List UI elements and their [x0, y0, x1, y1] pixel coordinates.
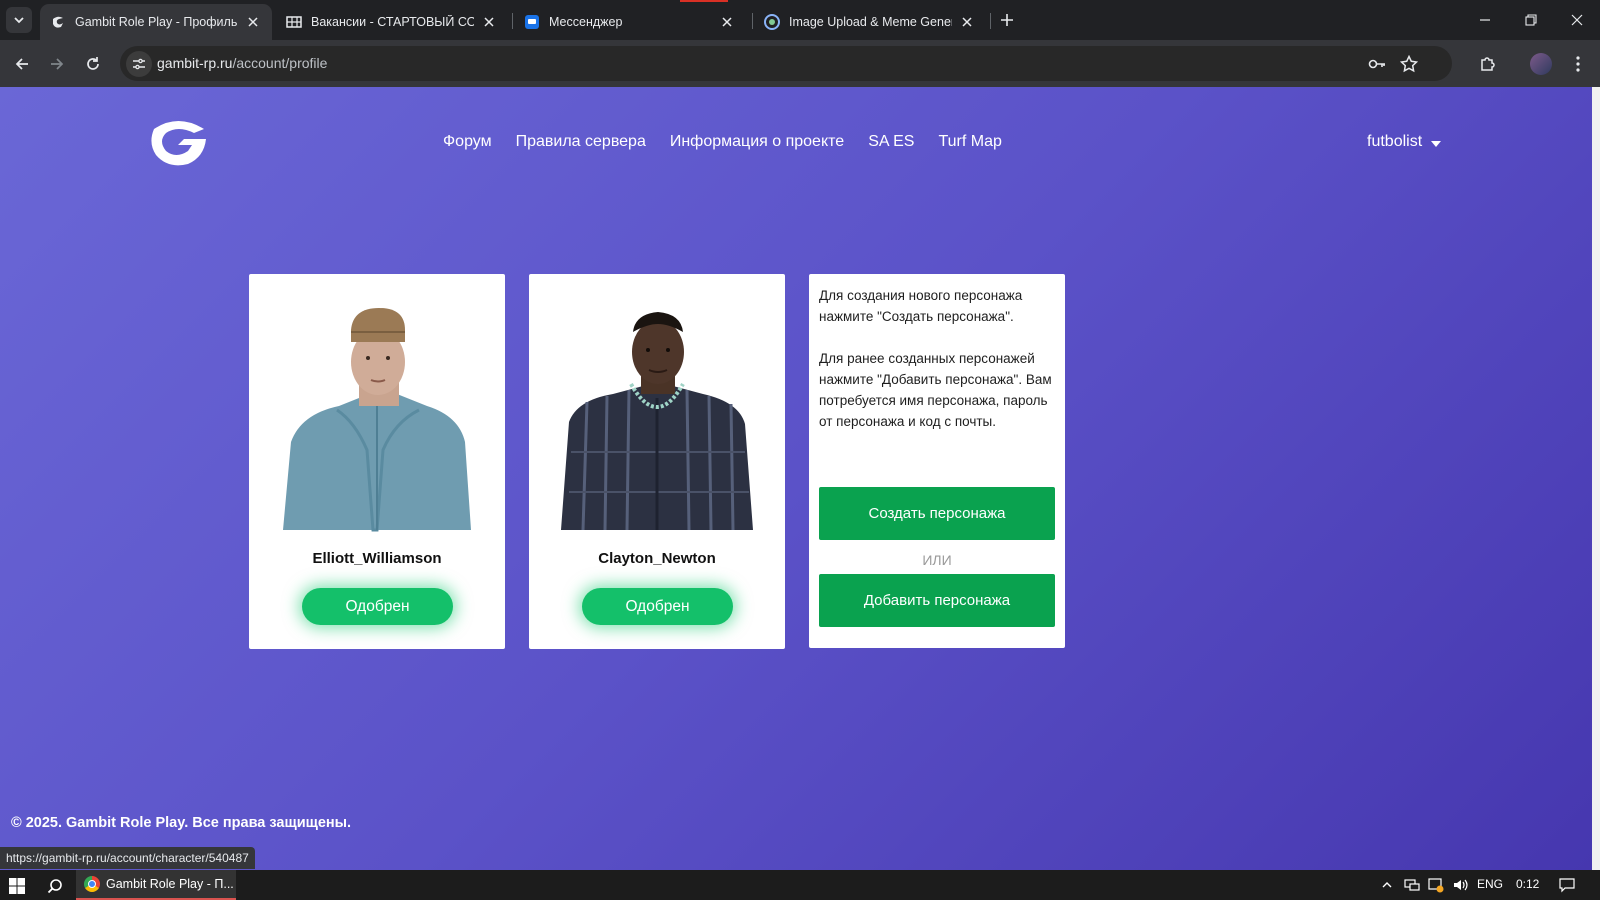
tab-title: Image Upload & Meme Generator [789, 15, 952, 29]
username: futbolist [1367, 133, 1423, 150]
caret-down-icon [1431, 141, 1442, 147]
close-tab-icon[interactable] [718, 13, 736, 31]
menu-kebab-icon[interactable] [1564, 50, 1592, 78]
site-settings-button[interactable] [126, 51, 152, 77]
close-tab-icon[interactable] [958, 13, 976, 31]
nav-sa-es[interactable]: SA ES [868, 133, 914, 151]
or-divider: ИЛИ [922, 552, 952, 568]
status-approved-button[interactable]: Одобрен [302, 588, 453, 625]
character-portrait-image [561, 312, 753, 531]
taskbar-chrome-app[interactable]: Gambit Role Play - П... [76, 870, 236, 900]
tune-icon [133, 58, 145, 70]
footer-copyright: © 2025. Gambit Role Play. Все права защи… [11, 815, 352, 831]
forward-button[interactable] [43, 50, 71, 78]
chrome-icon [84, 876, 100, 892]
status-approved-button[interactable]: Одобрен [582, 588, 733, 625]
reload-button[interactable] [79, 50, 107, 78]
restore-button[interactable] [1508, 0, 1554, 40]
create-character-card: Для создания нового персонажа нажмите "С… [809, 274, 1065, 648]
minimize-icon [1480, 19, 1490, 21]
extensions-puzzle-icon[interactable] [1474, 50, 1502, 78]
taskbar-app-label: Gambit Role Play - П... [106, 877, 234, 891]
tab-search-button[interactable] [6, 7, 32, 33]
windows-logo-icon [9, 878, 25, 894]
add-instruction: Для ранее созданных персонажей нажмите "… [819, 351, 1052, 429]
page-content: Форум Правила сервера Информация о проек… [0, 87, 1592, 870]
network-icon[interactable] [1403, 876, 1421, 894]
arrow-left-icon [15, 58, 28, 70]
character-card[interactable]: Clayton_Newton Одобрен [529, 274, 785, 649]
password-key-icon[interactable] [1367, 54, 1387, 74]
create-character-button[interactable]: Создать персонажа [819, 487, 1055, 540]
windows-taskbar: Gambit Role Play - П... ENG 0:12 [0, 870, 1600, 900]
url-path: /account/profile [232, 55, 328, 71]
tab-messenger[interactable]: Мессенджер [514, 4, 746, 40]
url-host: gambit-rp.ru [157, 55, 233, 71]
character-name: Clayton_Newton [598, 550, 716, 567]
tab-loading-indicator [680, 0, 728, 2]
close-tab-icon[interactable] [480, 13, 498, 31]
tab-strip: Gambit Role Play - Профиль UCP Вакансии … [0, 0, 1600, 40]
nav-project-info[interactable]: Информация о проекте [670, 133, 844, 151]
character-portrait-image [283, 308, 471, 532]
clock[interactable]: 0:12 [1516, 877, 1539, 891]
language-indicator[interactable]: ENG [1477, 877, 1503, 891]
arrow-right-icon [51, 58, 64, 70]
character-card[interactable]: Elliott_Williamson Одобрен [249, 274, 505, 649]
volume-icon[interactable] [1451, 876, 1469, 894]
tab-image-upload[interactable]: Image Upload & Meme Generator [754, 4, 986, 40]
close-window-button[interactable] [1554, 0, 1600, 40]
close-tab-icon[interactable] [244, 13, 262, 31]
instructions-text: Для создания нового персонажа нажмите "С… [819, 285, 1057, 432]
search-icon [47, 879, 62, 894]
bookmark-star-icon[interactable] [1399, 54, 1419, 74]
new-tab-button[interactable] [995, 8, 1019, 32]
url-text: gambit-rp.ru/account/profile [157, 55, 327, 71]
nav-server-rules[interactable]: Правила сервера [516, 133, 646, 151]
add-character-button[interactable]: Добавить персонажа [819, 574, 1055, 627]
chevron-down-icon [14, 17, 24, 24]
notifications-icon[interactable] [1558, 876, 1576, 894]
create-instruction: Для создания нового персонажа нажмите "С… [819, 288, 1023, 324]
character-name: Elliott_Williamson [312, 550, 442, 567]
main-nav: Форум Правила сервера Информация о проек… [443, 133, 1002, 151]
page-scrollbar[interactable] [1592, 87, 1600, 870]
link-preview-status: https://gambit-rp.ru/account/character/5… [0, 847, 255, 869]
tab-vacancies[interactable]: Вакансии - СТАРТОВЫЙ СОСТАВ [276, 4, 508, 40]
chat-favicon-icon [524, 14, 540, 30]
minimize-button[interactable] [1462, 0, 1508, 40]
browser-toolbar: gambit-rp.ru/account/profile [0, 40, 1600, 87]
nav-forum[interactable]: Форум [443, 133, 492, 151]
tab-separator [990, 13, 991, 29]
tab-separator [752, 13, 753, 29]
security-alert-icon[interactable] [1427, 876, 1445, 894]
tab-title: Мессенджер [549, 15, 623, 29]
gambit-favicon-icon [50, 14, 66, 30]
plus-icon [1001, 14, 1013, 26]
tab-title: Вакансии - СТАРТОВЫЙ СОСТАВ [311, 15, 474, 29]
user-menu[interactable]: futbolist [1367, 133, 1442, 151]
nav-turf-map[interactable]: Turf Map [938, 133, 1001, 151]
back-button[interactable] [8, 50, 36, 78]
tab-separator [512, 13, 513, 29]
tab-gambit-profile[interactable]: Gambit Role Play - Профиль UCP [40, 4, 272, 40]
start-button[interactable] [6, 875, 28, 897]
grid-favicon-icon [286, 14, 302, 30]
gambit-logo[interactable] [148, 115, 208, 167]
address-bar[interactable]: gambit-rp.ru/account/profile [120, 46, 1452, 81]
restore-icon [1525, 14, 1537, 26]
close-icon [1571, 14, 1583, 26]
taskbar-search-button[interactable] [44, 875, 66, 897]
reload-icon [87, 57, 99, 70]
tab-title: Gambit Role Play - Профиль UCP [75, 15, 238, 29]
tray-chevron-up-icon[interactable] [1378, 876, 1396, 894]
image-upload-favicon-icon [764, 14, 780, 30]
profile-avatar[interactable] [1530, 53, 1552, 75]
